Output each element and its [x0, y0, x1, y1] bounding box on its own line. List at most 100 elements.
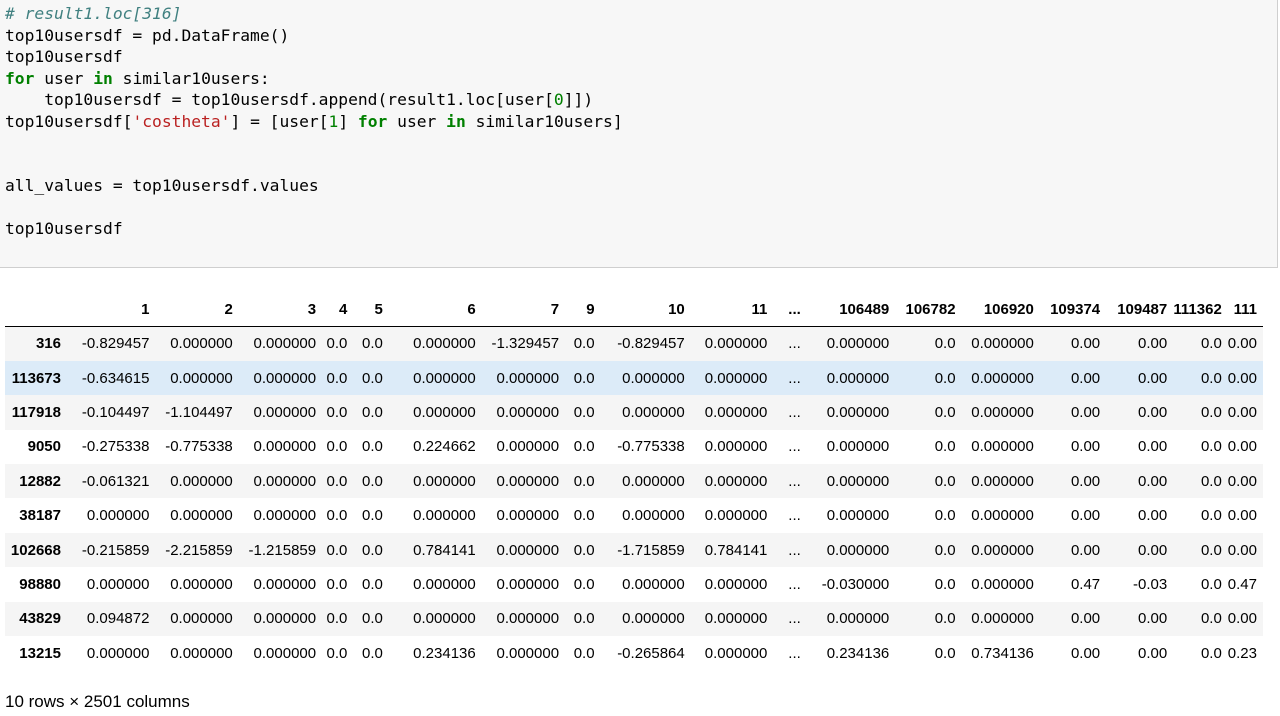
table-cell: 0.0 [934, 610, 956, 628]
table-cell: 0.000000 [826, 541, 890, 559]
table-cell: 0.000000 [826, 369, 890, 387]
table-cell: 0.0 [326, 472, 348, 490]
code-line-4: for user in similar10users: [5, 68, 270, 88]
table-cell: 0.784141 [413, 541, 476, 559]
table-cell: 0.00 [1138, 644, 1168, 662]
table-cell: 0.000000 [496, 403, 560, 421]
table-cell: 0.000000 [170, 644, 233, 662]
table-cell: 0.000000 [971, 438, 1034, 456]
code-cell[interactable]: # result1.loc[316] top10usersdf = pd.Dat… [0, 0, 1278, 268]
row-index: 113673 [11, 369, 61, 387]
table-cell: 0.00 [1070, 335, 1101, 353]
table-row[interactable]: 113673 -0.634615 0.000000 0.000000 0.0 0.0 0.0… [5, 360, 1263, 396]
table-cell: 0.0 [573, 610, 595, 628]
table-cell: 0.00 [1138, 541, 1168, 559]
table-row[interactable]: 102668 -0.215859 -2.215859 -1.215859 0.0 0.0 0… [5, 532, 1263, 568]
column-header: 11 [690, 292, 774, 327]
table-cell: 0.00 [1138, 610, 1168, 628]
table-cell: -2.215859 [165, 541, 233, 559]
column-header: 2 [155, 292, 239, 327]
table-cell: 0.0 [326, 369, 348, 387]
table-row[interactable]: 43829 0.094872 0.000000 0.000000 0.0 0.0 0.00 0… [5, 601, 1263, 637]
table-cell: 0.00 [1138, 507, 1168, 525]
table-cell: 0.000000 [496, 575, 560, 593]
table-row[interactable]: 98880 0.000000 0.000000 0.000000 0.0 0.0 0.000… [5, 567, 1263, 601]
table-cell: 0.0 [362, 335, 383, 353]
code-editor[interactable]: # result1.loc[316] top10usersdf = pd.Dat… [5, 3, 623, 240]
table-cell: 0.00 [1070, 610, 1101, 628]
code-line-2: top10usersdf = pd.DataFrame() [5, 25, 290, 45]
code-line-3: top10usersdf [5, 47, 123, 66]
table-cell: 0.0 [934, 575, 956, 593]
code-line-5: top10usersdf = top10usersdf.append(resul… [5, 90, 594, 109]
table-cell: 0.00 [1138, 335, 1168, 353]
table-row[interactable]: 117918 -0.104497 -1.104497 0.000000 0.0 0.0 0.… [5, 395, 1263, 430]
column-header: 6 [388, 292, 482, 327]
row-index: 98880 [19, 575, 61, 593]
dataframe-table: 1 2 3 4 5 6 7 9 10 11... 106489 106782 106920 109374 1… [5, 292, 1263, 670]
code-line-9: all_values = top10usersdf.values [5, 176, 319, 195]
table-cell: ... [788, 507, 801, 525]
table-row[interactable]: 13215 0.000000 0.000000 0.000000 0.0 0.0 0.234… [5, 636, 1263, 670]
table-cell: 0.224662 [413, 438, 476, 456]
table-cell: -0.634615 [81, 369, 150, 387]
table-cell: 0.00 [1138, 472, 1168, 490]
table-row[interactable]: 9050 -0.275338 -0.775338 0.000000 0.0 0.0 0.22… [5, 430, 1263, 464]
table-cell: 0.000000 [86, 507, 150, 525]
table-cell: 0.000000 [413, 403, 476, 421]
table-cell: 0.0 [326, 335, 348, 353]
table-cell: 0.0 [326, 541, 348, 559]
table-row[interactable]: 38187 0.000000 0.000000 0.000000 0.0 0.0 0.000… [5, 498, 1263, 532]
column-header: 111362 [1173, 292, 1228, 327]
column-header: 3 [238, 292, 323, 327]
table-cell: 0.00 [1138, 369, 1168, 387]
table-cell: 0.000000 [170, 472, 233, 490]
table-cell: 0.0 [573, 507, 595, 525]
table-cell: 0.000000 [170, 610, 233, 628]
table-cell: 0.0 [934, 369, 956, 387]
row-index: 43829 [19, 610, 61, 628]
table-cell: 0.000000 [253, 644, 317, 662]
table-cell: 0.000000 [496, 438, 560, 456]
table-cell: ... [788, 403, 801, 421]
table-cell: 0.000000 [413, 610, 476, 628]
row-index: 117918 [11, 403, 61, 421]
table-cell: 0.0 [326, 507, 348, 525]
table-cell: 0.000000 [704, 335, 768, 353]
table-cell: ... [788, 472, 801, 490]
table-cell: 0.0 [362, 369, 383, 387]
column-header: 109374 [1039, 292, 1107, 327]
table-cell: 0.00 [1070, 472, 1101, 490]
table-cell: 0.0 [326, 438, 348, 456]
table-cell: 0.000000 [496, 644, 560, 662]
table-cell: 0.000000 [170, 507, 233, 525]
table-cell: 0.00 [1227, 541, 1257, 559]
table-row[interactable]: 12882 -0.061321 0.000000 0.000000 0.0 0.0 0.00… [5, 464, 1263, 499]
table-cell: 0.47 [1070, 575, 1101, 593]
index-header [5, 292, 67, 327]
table-cell: 0.000000 [86, 644, 150, 662]
table-cell: 0.094872 [86, 610, 150, 628]
table-cell: 0.000000 [971, 403, 1034, 421]
row-index: 102668 [10, 541, 61, 559]
table-cell: 0.0 [326, 403, 348, 421]
table-cell: 0.0 [1200, 644, 1222, 662]
table-cell: 0.00 [1138, 403, 1168, 421]
table-cell: 0.00 [1070, 438, 1101, 456]
table-cell: 0.000000 [496, 541, 560, 559]
table-cell: 0.000000 [253, 369, 317, 387]
table-row[interactable]: 316 -0.829457 0.000000 0.000000 0.0 0.0 0.0000… [5, 326, 1263, 361]
table-cell: 0.000000 [971, 575, 1034, 593]
table-cell: 0.000000 [704, 644, 768, 662]
table-cell: 0.0 [326, 644, 348, 662]
table-cell: 0.000000 [622, 403, 685, 421]
table-cell: -0.775338 [165, 438, 233, 456]
table-cell: 0.000000 [413, 472, 476, 490]
table-cell: 0.0 [573, 438, 595, 456]
table-cell: 0.000000 [826, 335, 890, 353]
table-cell: 0.0 [362, 575, 383, 593]
table-cell: -0.265864 [617, 644, 685, 662]
table-cell: 0.0 [362, 438, 383, 456]
table-cell: 0.000000 [253, 438, 317, 456]
column-header: 1 [66, 292, 156, 327]
